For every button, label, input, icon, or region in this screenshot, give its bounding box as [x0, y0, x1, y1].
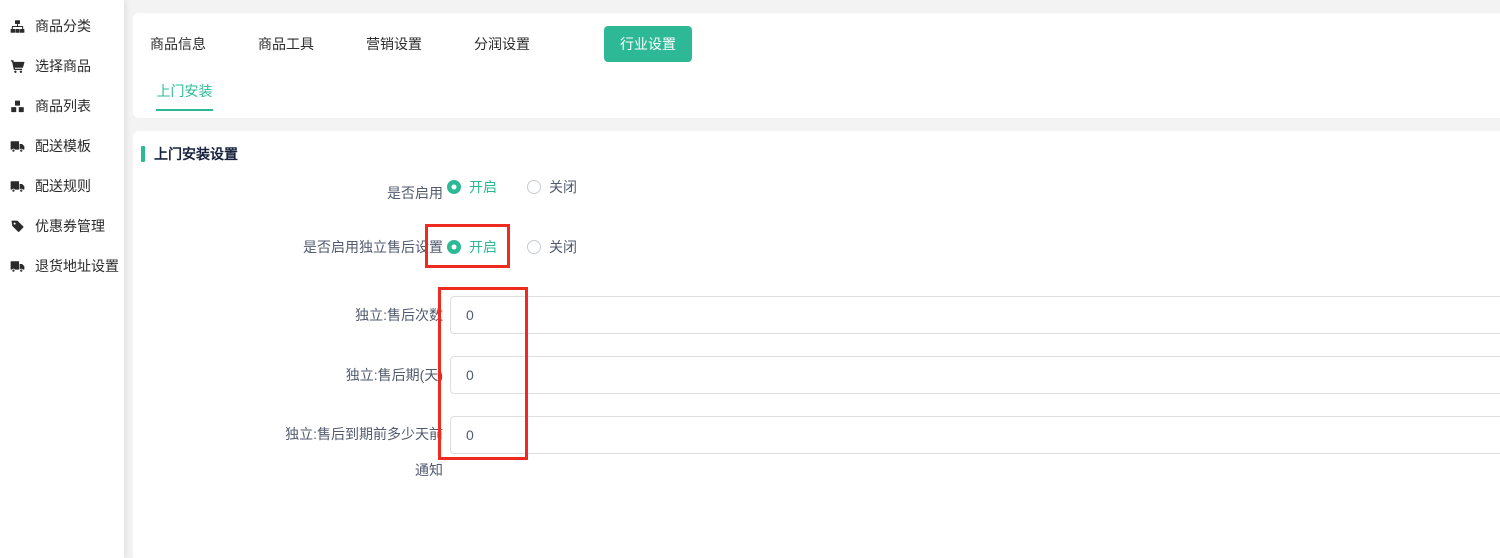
sidebar-item-product-category[interactable]: 商品分类: [0, 6, 124, 46]
aftersale-period-label: 独立:售后期(天): [285, 357, 443, 393]
sidebar-item-label: 选择商品: [35, 56, 91, 76]
sidebar-item-delivery-rules[interactable]: 配送规则: [0, 166, 124, 206]
sidebar-item-coupon-management[interactable]: 优惠券管理: [0, 206, 124, 246]
sidebar-item-product-list[interactable]: 商品列表: [0, 86, 124, 126]
tab-industry-settings[interactable]: 行业设置: [604, 26, 692, 62]
sidebar-item-label: 优惠券管理: [35, 216, 105, 236]
settings-card: 上门安装设置 是否启用 开启 关闭 是否启用独立售后设置 开启: [133, 131, 1500, 558]
sidebar-item-label: 商品列表: [35, 96, 91, 116]
radio-checked-icon[interactable]: [447, 180, 461, 194]
tab-product-info[interactable]: 商品信息: [150, 34, 206, 54]
enable-radio-group: 开启 关闭: [447, 169, 577, 205]
independent-aftersale-radio-group: 开启 关闭: [447, 229, 577, 265]
subtab-door-installation[interactable]: 上门安装: [156, 81, 213, 111]
cart-icon: [10, 58, 26, 74]
sidebar-item-select-product[interactable]: 选择商品: [0, 46, 124, 86]
sidebar-item-label: 配送规则: [35, 176, 91, 196]
sidebar-item-label: 退货地址设置: [35, 256, 119, 276]
truck-icon: [10, 138, 26, 154]
enable-radio-on[interactable]: 开启: [447, 177, 497, 197]
sidebar-item-return-address[interactable]: 退货地址设置: [0, 246, 124, 286]
radio-unchecked-icon[interactable]: [527, 240, 541, 254]
independent-aftersale-radio-off[interactable]: 关闭: [527, 237, 577, 257]
radio-off-label: 关闭: [549, 237, 577, 257]
radio-on-label: 开启: [469, 237, 497, 257]
tab-product-tools[interactable]: 商品工具: [258, 34, 314, 54]
aftersale-notify-days-input[interactable]: [450, 416, 1500, 454]
truck-icon: [10, 178, 26, 194]
tab-bar: 商品信息 商品工具 营销设置 分润设置 行业设置: [150, 13, 692, 75]
enable-radio-off[interactable]: 关闭: [527, 177, 577, 197]
radio-off-label: 关闭: [549, 177, 577, 197]
aftersale-count-input[interactable]: [450, 296, 1500, 334]
radio-on-label: 开启: [469, 177, 497, 197]
sidebar-item-label: 商品分类: [35, 16, 91, 36]
tab-marketing-settings[interactable]: 营销设置: [366, 34, 422, 54]
sidebar-item-label: 配送模板: [35, 136, 91, 156]
aftersale-count-label: 独立:售后次数: [285, 297, 443, 333]
aftersale-notify-days-label: 独立:售后到期前多少天前通知: [285, 416, 443, 488]
settings-form: 是否启用 开启 关闭 是否启用独立售后设置 开启: [133, 131, 1500, 558]
page: 商品分类 选择商品 商品列表 配送模板 配送规则: [0, 0, 1500, 558]
enable-label: 是否启用: [285, 175, 443, 211]
sitemap-icon: [10, 18, 26, 34]
independent-aftersale-enable-label: 是否启用独立售后设置: [285, 229, 443, 265]
tag-icon: [10, 218, 26, 234]
radio-checked-icon[interactable]: [447, 240, 461, 254]
independent-aftersale-radio-on[interactable]: 开启: [447, 237, 497, 257]
radio-unchecked-icon[interactable]: [527, 180, 541, 194]
cubes-icon: [10, 98, 26, 114]
tabs-card: 商品信息 商品工具 营销设置 分润设置 行业设置 上门安装: [133, 13, 1500, 118]
sidebar-item-delivery-template[interactable]: 配送模板: [0, 126, 124, 166]
aftersale-period-input[interactable]: [450, 356, 1500, 394]
tab-profit-settings[interactable]: 分润设置: [474, 34, 530, 54]
truck-icon: [10, 258, 26, 274]
sidebar: 商品分类 选择商品 商品列表 配送模板 配送规则: [0, 0, 124, 558]
